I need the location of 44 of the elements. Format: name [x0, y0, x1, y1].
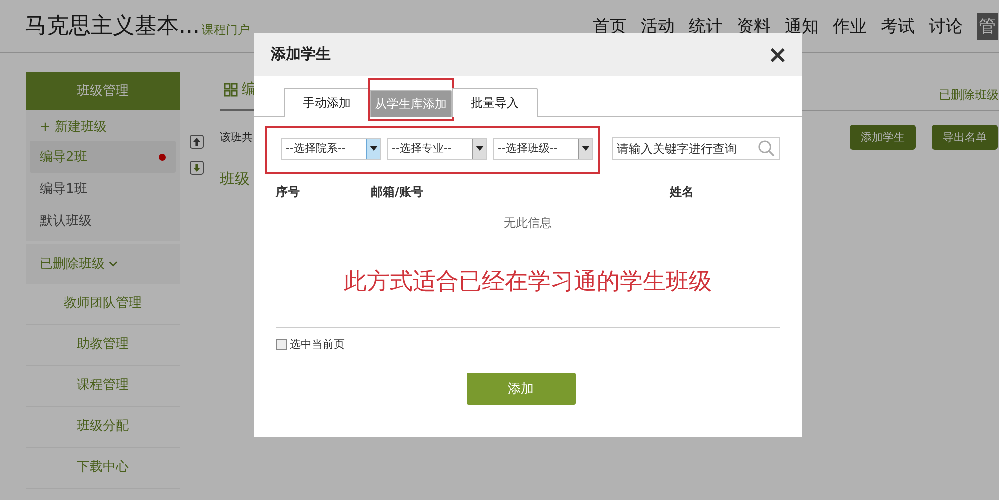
class-item[interactable]: 编导2班: [30, 141, 176, 173]
sidebar-header: 班级管理: [26, 72, 180, 110]
sidebar-menu-item[interactable]: 班级分配: [26, 407, 180, 448]
new-class-link[interactable]: + 新建班级: [30, 113, 176, 141]
deleted-classes-link[interactable]: 已删除班级: [939, 87, 999, 110]
move-down-icon[interactable]: [190, 161, 204, 175]
deleted-classes-toggle[interactable]: 已删除班级: [26, 244, 180, 284]
checkbox[interactable]: [276, 339, 287, 350]
sidebar-menu-item[interactable]: 课程管理: [26, 366, 180, 407]
portal-link[interactable]: 课程门户: [202, 22, 250, 38]
column-header: 姓名: [670, 184, 694, 201]
nav-link[interactable]: 讨论: [929, 12, 963, 40]
sidebar-menu-item[interactable]: 教师团队管理: [26, 284, 180, 325]
nav-link[interactable]: 作业: [833, 12, 867, 40]
chevron-icon: [109, 261, 118, 267]
sidebar-menu-item[interactable]: 下载中心: [26, 448, 180, 489]
nav-link[interactable]: 管: [977, 12, 998, 40]
column-header: 邮箱/账号: [371, 184, 424, 201]
tab[interactable]: 批量导入: [452, 88, 538, 117]
dropdown[interactable]: --选择班级--: [493, 138, 593, 160]
dropdown[interactable]: --选择专业--: [387, 138, 487, 160]
grid-icon: [224, 82, 238, 96]
tab[interactable]: 从学生库添加: [370, 90, 452, 117]
dialog-title: 添加学生: [271, 45, 331, 64]
summary-text: 该班共: [220, 130, 253, 145]
course-title: 马克思主义基本...: [25, 13, 200, 41]
action-button[interactable]: 添加学生: [850, 125, 916, 150]
dropdown[interactable]: --选择院系--: [281, 138, 381, 160]
add-button[interactable]: 添加: [466, 373, 576, 405]
tab[interactable]: 手动添加: [284, 88, 370, 117]
checkbox-label: 选中当前页: [290, 337, 345, 352]
empty-message: 无此信息: [503, 215, 553, 232]
class-item[interactable]: 默认班级: [30, 205, 176, 237]
search-icon: [758, 140, 775, 157]
sidebar-menu-item[interactable]: 助教管理: [26, 325, 180, 366]
column-header: 序号: [276, 184, 301, 201]
action-button[interactable]: 导出名单: [932, 125, 998, 150]
move-up-icon[interactable]: [190, 135, 204, 149]
section-title: 班级: [220, 170, 251, 189]
class-item[interactable]: 编导1班: [30, 173, 176, 205]
annotation-text: 此方式适合已经在学习通的学生班级: [343, 268, 713, 297]
nav-link[interactable]: 考试: [881, 12, 915, 40]
search-field[interactable]: 请输入关键字进行查询: [612, 137, 780, 160]
close-button[interactable]: ×: [768, 42, 788, 66]
